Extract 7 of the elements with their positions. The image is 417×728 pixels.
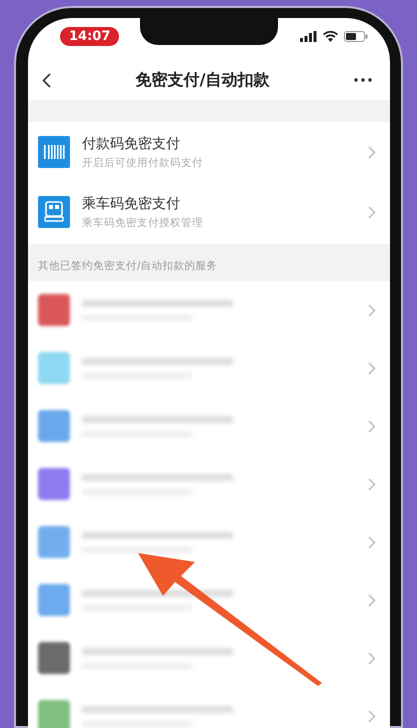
section-header: 其他已签约免密支付/自动扣款的服务 xyxy=(38,260,218,272)
service-title: 乘车码免密支付 xyxy=(82,194,181,212)
service-subtitle: 开启后可使用付款码支付 xyxy=(82,156,204,170)
page-title: 免密支付/自动扣款 xyxy=(136,70,270,90)
service-title: 付款码免密支付 xyxy=(82,134,181,152)
service-subtitle: 乘车码免密支付授权管理 xyxy=(82,216,204,230)
status-time: 14:07 xyxy=(60,26,120,46)
